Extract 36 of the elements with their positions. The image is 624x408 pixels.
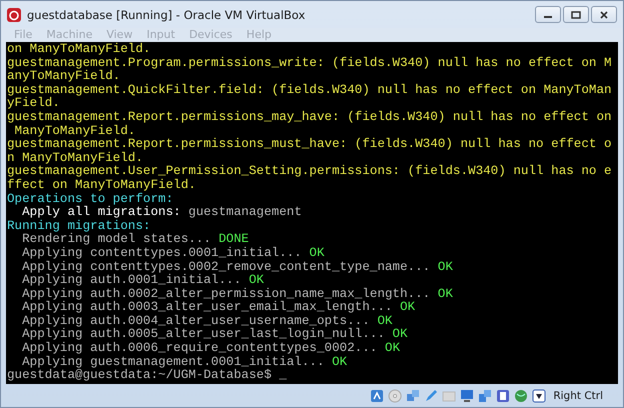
maximize-icon: [571, 10, 581, 18]
window-title: guestdatabase [Running] - Oracle VM VirtualBox: [27, 8, 306, 22]
monitor-icon[interactable]: [460, 388, 474, 402]
console-line: Applying auth.0002_alter_permission_name_max_length... OK: [21, 288, 453, 301]
console-line: Operations to perform:: [7, 192, 174, 206]
console-line: Apply all migrations: guestmanagement: [22, 206, 302, 220]
console-line: Running migrations:: [7, 220, 151, 233]
app-logo-icon: [7, 8, 21, 22]
console-line: Applying contenttypes.0002_remove_content_type_name... OK: [21, 260, 453, 274]
console-line: ffect on ManyToManyField.: [7, 178, 196, 192]
console-line: anyToManyField.: [7, 70, 120, 84]
console-line: on ManyToManyField.: [7, 43, 151, 56]
pen-icon[interactable]: [424, 388, 438, 402]
console-line: Applying auth.0004_alter_user_username_opts... OK: [21, 314, 392, 328]
console-line: Applying auth.0003_alter_user_email_max_length... OK: [21, 301, 416, 314]
console-line: guestmanagement.Report.permissions_may_have: (fields.W340) null has no effect on: [7, 110, 612, 124]
console-line: Rendering model states... DONE: [21, 233, 249, 246]
maximize-button[interactable]: [563, 6, 589, 23]
console-line: yField.: [7, 97, 60, 110]
console-line: guestmanagement.User_Permission_Setting.permissions: (fields.W340) null has no e: [7, 165, 612, 178]
console-line: n ManyToManyField.: [7, 152, 144, 165]
console-line: Applying guestmanagement.0001_initial... OK: [22, 356, 348, 369]
console-line: Applying auth.0005_alter_user_last_login_null... OK: [21, 328, 408, 342]
minimize-button[interactable]: [535, 6, 561, 23]
console-line: guestmanagement.Program.permissions_write: (fields.W340) null has no effect on M: [7, 56, 612, 70]
host-key-label: Right Ctrl: [553, 390, 603, 402]
close-icon: [599, 10, 609, 18]
console-line: guestmanagement.Report.permissions_must_have: (fields.W340) null has no effect o: [7, 138, 612, 152]
keyboard-capture-icon[interactable]: [532, 388, 546, 402]
console-line: guestdata@guestdata:~/UGM-Database$ _: [7, 369, 287, 383]
close-button[interactable]: [591, 6, 617, 23]
console-line: Applying auth.0001_initial... OK: [21, 274, 264, 288]
console-line: Applying contenttypes.0001_initial... OK: [21, 246, 324, 260]
console-line: ManyToManyField.: [14, 124, 136, 138]
console-line: guestmanagement.QuickFilter.field: (fields.W340) null has no effect on ManyToMan: [7, 84, 612, 97]
console-line: Applying auth.0006_require_contenttypes_0002... OK: [21, 342, 400, 356]
